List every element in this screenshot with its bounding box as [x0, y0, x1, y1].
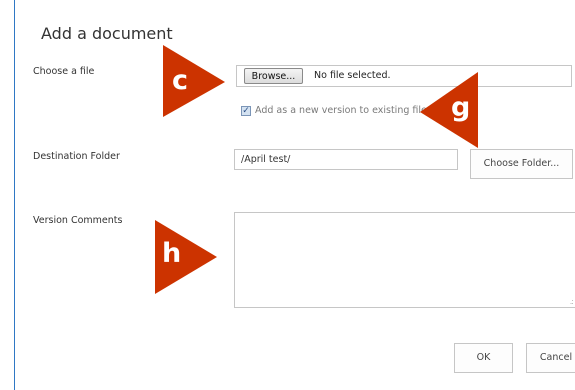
browse-button[interactable]: Browse...	[244, 68, 303, 84]
callout-g-letter: g	[451, 92, 471, 123]
resize-grip-icon[interactable]: .:	[570, 297, 574, 306]
destination-folder-label: Destination Folder	[33, 151, 120, 162]
choose-folder-button[interactable]: Choose Folder...	[470, 149, 573, 179]
choose-file-label: Choose a file	[33, 66, 95, 77]
callout-c-letter: c	[172, 65, 189, 96]
destination-folder-input[interactable]: /April test/	[234, 149, 458, 170]
callout-h-letter: h	[162, 238, 182, 269]
file-status-text: No file selected.	[314, 70, 391, 81]
checkbox-checked-icon[interactable]: ✓	[241, 105, 251, 116]
add-document-dialog: Add a document × Choose a file Browse...…	[14, 0, 575, 390]
cancel-button[interactable]: Cancel	[526, 343, 575, 373]
ok-button[interactable]: OK	[454, 343, 513, 373]
file-picker[interactable]: Browse... No file selected.	[236, 65, 572, 87]
version-comments-textarea[interactable]: .:	[234, 212, 575, 308]
version-comments-label: Version Comments	[33, 215, 123, 226]
add-version-label: Add as a new version to existing files	[255, 105, 432, 116]
dialog-title: Add a document	[41, 24, 173, 43]
add-version-option[interactable]: ✓ Add as a new version to existing files	[241, 105, 432, 116]
callout-arrow-g	[420, 72, 478, 148]
